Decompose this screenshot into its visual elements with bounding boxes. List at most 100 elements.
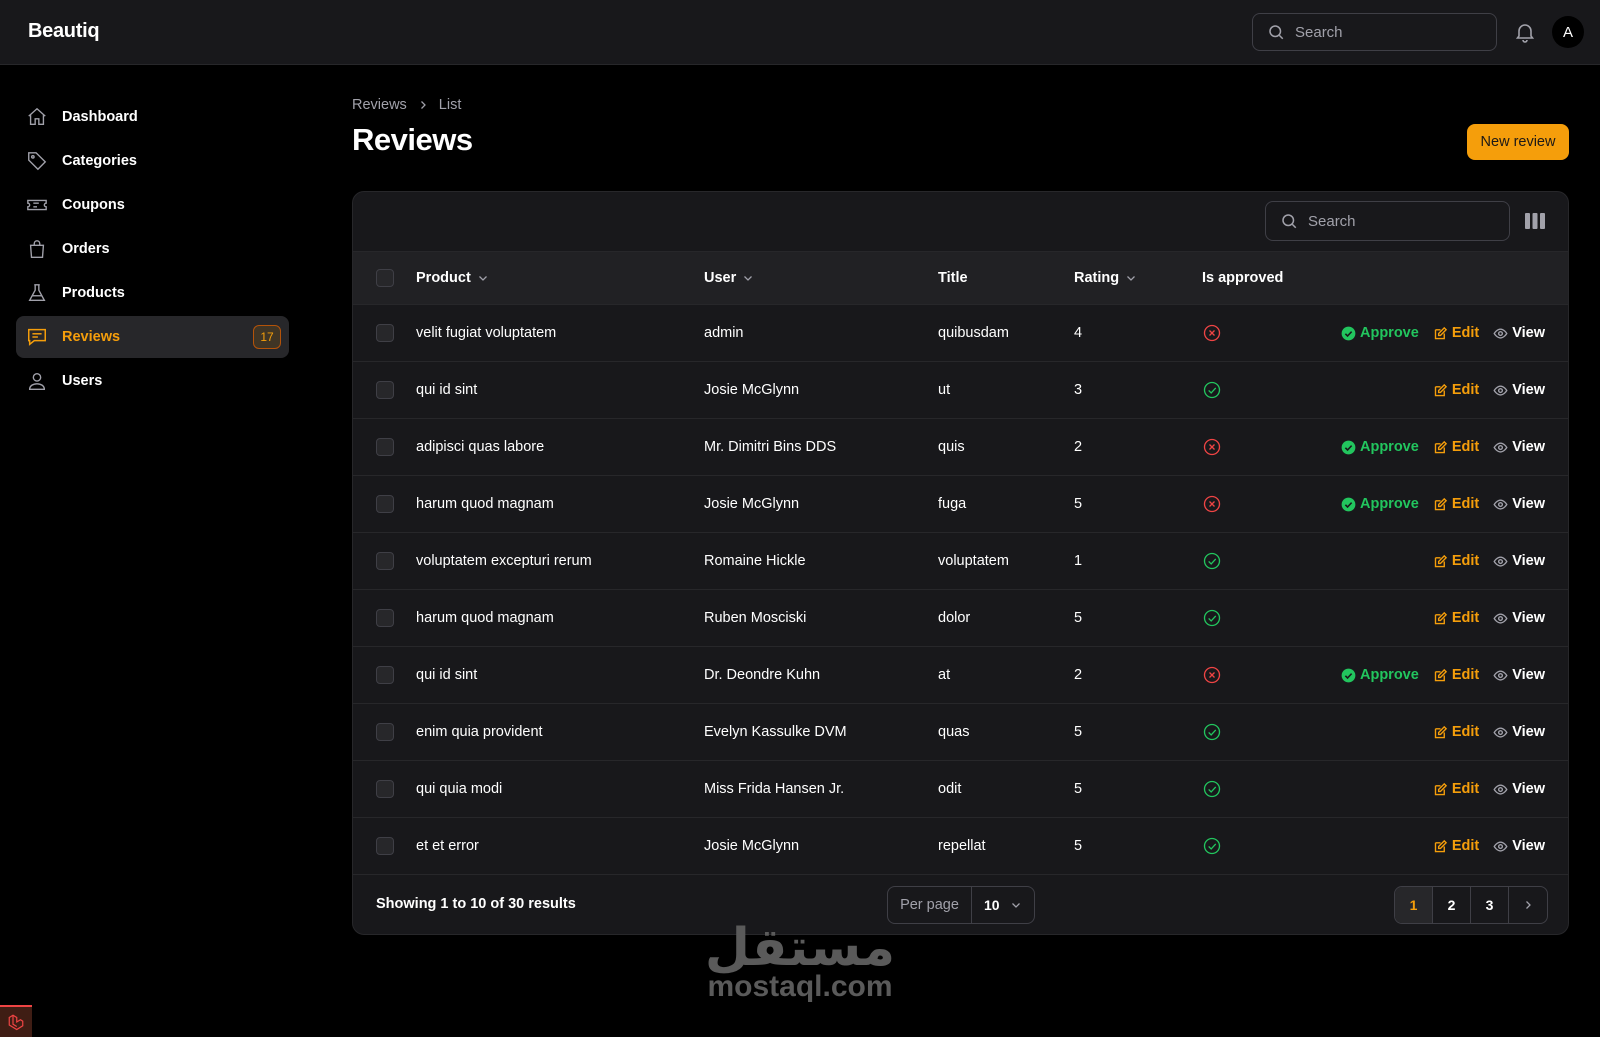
view-button[interactable]: View [1493, 667, 1545, 683]
row-actions: Edit View [1433, 553, 1545, 569]
row-actions: Edit View [1433, 781, 1545, 797]
global-search-input[interactable] [1295, 23, 1465, 41]
row-checkbox[interactable] [376, 723, 394, 741]
sidebar-item-products[interactable]: Products [16, 272, 289, 314]
user-avatar[interactable]: A [1552, 16, 1584, 48]
view-button[interactable]: View [1493, 610, 1545, 626]
search-icon [1282, 214, 1297, 229]
column-user-label: User [704, 270, 737, 286]
check-badge-icon [1341, 440, 1356, 455]
page-2-button[interactable]: 2 [1433, 887, 1471, 923]
select-all-checkbox[interactable] [376, 269, 394, 287]
view-button[interactable]: View [1493, 724, 1545, 740]
cell-rating: 5 [1074, 496, 1083, 512]
next-page-button[interactable] [1509, 887, 1547, 923]
edit-label: Edit [1451, 610, 1480, 626]
edit-button[interactable]: Edit [1433, 439, 1479, 455]
edit-button[interactable]: Edit [1433, 781, 1479, 797]
x-circle-icon [1202, 323, 1222, 343]
table-row[interactable]: enim quia provident Evelyn Kassulke DVM … [353, 704, 1568, 761]
view-button[interactable]: View [1493, 439, 1545, 455]
view-button[interactable]: View [1493, 325, 1545, 341]
sidebar-item-dashboard[interactable]: Dashboard [16, 96, 289, 138]
global-search[interactable] [1252, 13, 1497, 51]
edit-button[interactable]: Edit [1433, 838, 1479, 854]
edit-label: Edit [1451, 382, 1480, 398]
edit-button[interactable]: Edit [1433, 553, 1479, 569]
cell-product: harum quod magnam [416, 496, 554, 512]
cell-user: Miss Frida Hansen Jr. [704, 781, 845, 797]
table-row[interactable]: qui quia modi Miss Frida Hansen Jr. odit… [353, 761, 1568, 818]
sidebar-item-coupons[interactable]: Coupons [16, 184, 289, 226]
row-checkbox[interactable] [376, 324, 394, 342]
sidebar-item-reviews[interactable]: Reviews 17 [16, 316, 289, 358]
edit-button[interactable]: Edit [1433, 496, 1479, 512]
sidebar-item-label: Reviews [62, 329, 121, 345]
table-search[interactable] [1265, 201, 1510, 241]
view-label: View [1512, 382, 1545, 398]
view-label: View [1512, 496, 1545, 512]
bell-icon[interactable] [1513, 20, 1537, 44]
row-checkbox[interactable] [376, 609, 394, 627]
sidebar-item-label: Dashboard [62, 109, 138, 125]
table-row[interactable]: adipisci quas labore Mr. Dimitri Bins DD… [353, 419, 1568, 476]
sidebar-item-orders[interactable]: Orders [16, 228, 289, 270]
table-row[interactable]: qui id sint Dr. Deondre Kuhn at 2 Approv… [353, 647, 1568, 704]
table-search-input[interactable] [1308, 212, 1478, 230]
table-row[interactable]: velit fugiat voluptatem admin quibusdam … [353, 305, 1568, 362]
page-1-button[interactable]: 1 [1395, 887, 1433, 923]
approve-button[interactable]: Approve [1341, 667, 1419, 683]
column-rating-label: Rating [1074, 270, 1120, 286]
row-checkbox[interactable] [376, 552, 394, 570]
table-row[interactable]: et et error Josie McGlynn repellat 5 Edi… [353, 818, 1568, 875]
edit-label: Edit [1451, 838, 1480, 854]
table-row[interactable]: qui id sint Josie McGlynn ut 3 Edit View [353, 362, 1568, 419]
column-product[interactable]: Product [416, 270, 489, 286]
eye-icon [1493, 782, 1508, 797]
edit-button[interactable]: Edit [1433, 325, 1479, 341]
approve-button[interactable]: Approve [1341, 439, 1419, 455]
edit-label: Edit [1451, 724, 1480, 740]
table-row[interactable]: voluptatem excepturi rerum Romaine Hickl… [353, 533, 1568, 590]
view-label: View [1512, 724, 1545, 740]
view-button[interactable]: View [1493, 781, 1545, 797]
edit-button[interactable]: Edit [1433, 724, 1479, 740]
row-checkbox[interactable] [376, 381, 394, 399]
row-checkbox[interactable] [376, 780, 394, 798]
row-checkbox[interactable] [376, 666, 394, 684]
page-3-button[interactable]: 3 [1471, 887, 1509, 923]
check-circle-icon [1202, 608, 1222, 628]
columns-icon[interactable] [1525, 212, 1545, 230]
new-review-button[interactable]: New review [1467, 124, 1569, 160]
column-rating[interactable]: Rating [1074, 270, 1137, 286]
edit-button[interactable]: Edit [1433, 382, 1479, 398]
per-page-select[interactable]: Per page 10 [887, 886, 1035, 924]
approve-label: Approve [1360, 496, 1419, 512]
cell-product: qui id sint [416, 667, 478, 683]
row-checkbox[interactable] [376, 495, 394, 513]
table-row[interactable]: harum quod magnam Ruben Mosciski dolor 5… [353, 590, 1568, 647]
view-label: View [1512, 553, 1545, 569]
breadcrumb-reviews[interactable]: Reviews [352, 97, 407, 113]
approve-button[interactable]: Approve [1341, 325, 1419, 341]
row-checkbox[interactable] [376, 837, 394, 855]
laravel-debug-icon[interactable] [0, 1005, 32, 1037]
edit-button[interactable]: Edit [1433, 610, 1479, 626]
view-button[interactable]: View [1493, 553, 1545, 569]
cell-title: at [938, 667, 951, 683]
row-checkbox[interactable] [376, 438, 394, 456]
sidebar-item-categories[interactable]: Categories [16, 140, 289, 182]
table-row[interactable]: harum quod magnam Josie McGlynn fuga 5 A… [353, 476, 1568, 533]
brand-logo[interactable]: Beautiq [28, 20, 100, 43]
cell-title: quis [938, 439, 965, 455]
sidebar: Dashboard Categories Coupons Orders Prod… [16, 96, 289, 404]
view-label: View [1512, 439, 1545, 455]
approve-button[interactable]: Approve [1341, 496, 1419, 512]
sidebar-item-users[interactable]: Users [16, 360, 289, 402]
view-button[interactable]: View [1493, 838, 1545, 854]
view-button[interactable]: View [1493, 382, 1545, 398]
edit-button[interactable]: Edit [1433, 667, 1479, 683]
view-button[interactable]: View [1493, 496, 1545, 512]
column-user[interactable]: User [704, 270, 754, 286]
per-page-label: Per page [888, 887, 972, 923]
